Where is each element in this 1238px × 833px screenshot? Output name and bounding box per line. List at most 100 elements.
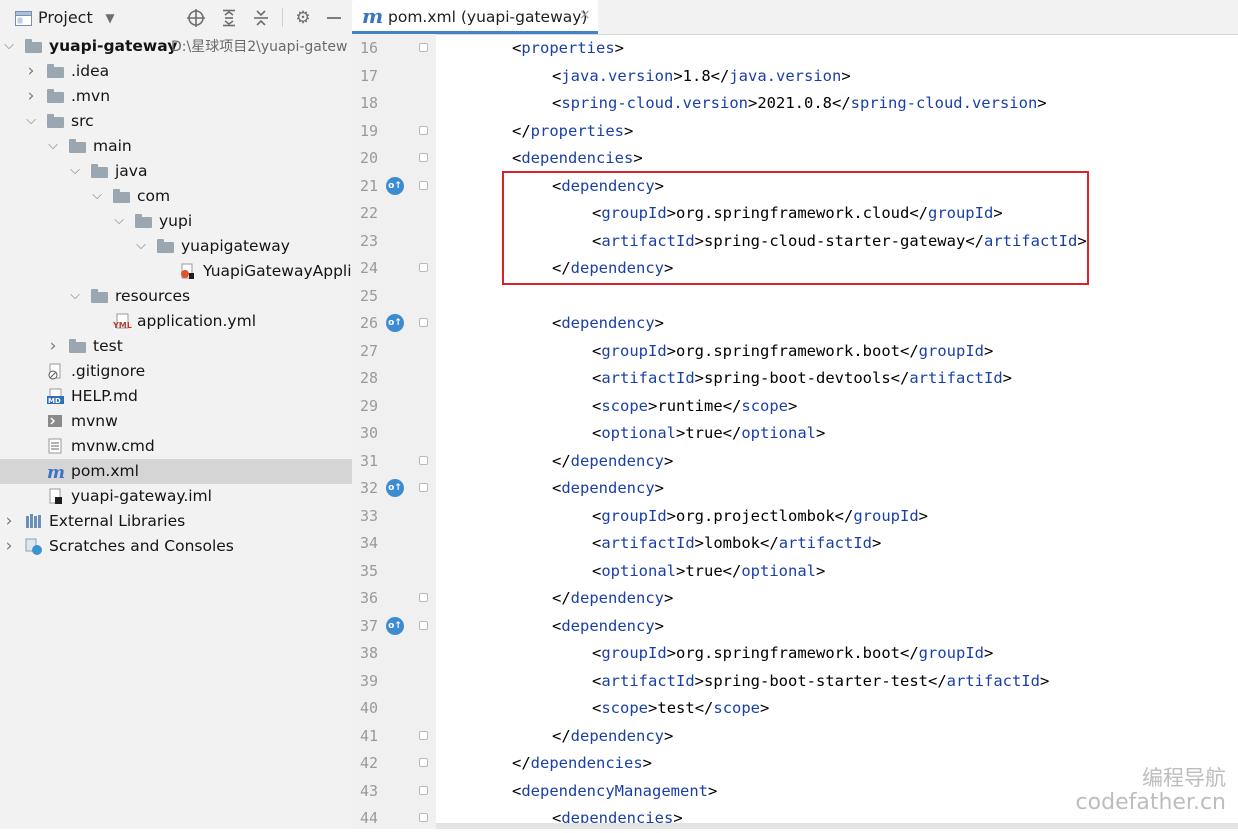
tree-item[interactable]: › .idea: [0, 59, 352, 84]
collapse-all-icon[interactable]: [252, 9, 270, 27]
folder-icon: [47, 113, 64, 129]
tree-item[interactable]: ⌵ yupi: [0, 209, 352, 234]
gear-icon[interactable]: ⚙: [294, 8, 312, 28]
xml-text-value: true: [685, 424, 723, 442]
fold-marker-icon[interactable]: [419, 785, 428, 795]
tree-item[interactable]: .gitignore: [0, 359, 352, 384]
folder-icon: [69, 138, 86, 154]
tree-item[interactable]: ⌵ resources: [0, 284, 352, 309]
dependency-gutter-icon[interactable]: o↑: [386, 314, 404, 332]
xml-tag-name: java.version: [729, 66, 842, 85]
horizontal-scrollbar[interactable]: [436, 823, 1238, 829]
tree-item[interactable]: ⌵ yuapigateway: [0, 234, 352, 259]
line-number: 32: [359, 479, 378, 497]
bracket: >: [983, 644, 994, 662]
fold-marker-icon[interactable]: [419, 318, 428, 327]
fold-marker-icon[interactable]: [419, 153, 428, 162]
xml-tag-name: dependency: [561, 479, 655, 497]
fold-marker-icon[interactable]: [419, 620, 428, 630]
close-icon[interactable]: ×: [579, 7, 591, 23]
bracket: >: [654, 176, 665, 195]
tree-item-label: java: [115, 162, 148, 180]
tree-item[interactable]: YML application.yml: [0, 309, 352, 334]
locate-file-icon[interactable]: [187, 9, 205, 27]
bracket: <: [552, 66, 562, 85]
bracket: >: [666, 341, 677, 360]
tree-item[interactable]: › Scratches and Consoles: [0, 534, 352, 559]
project-view-icon[interactable]: [14, 9, 32, 27]
gutter-line: 27: [352, 338, 436, 366]
chevron-down-icon[interactable]: ⌵: [24, 113, 38, 129]
chevron-down-icon[interactable]: ⌵: [2, 38, 16, 54]
bracket: <: [592, 699, 602, 717]
folder-icon: [47, 63, 64, 79]
fold-marker-icon[interactable]: [419, 180, 428, 190]
code-line: <dependencyManagement>: [512, 778, 717, 806]
dependency-gutter-icon[interactable]: o↑: [386, 616, 404, 635]
xml-text-value: true: [685, 561, 723, 580]
chevron-down-icon[interactable]: ⌵: [68, 288, 82, 304]
dependency-gutter-icon[interactable]: o↑: [386, 479, 404, 497]
xml-tag-name: dependency: [561, 176, 655, 195]
tree-item[interactable]: › test: [0, 334, 352, 359]
tree-item[interactable]: MD HELP.md: [0, 384, 352, 409]
xml-tag-name: groupId: [601, 341, 667, 360]
xml-text-value: lombok: [704, 534, 761, 552]
chevron-right-icon[interactable]: ›: [24, 63, 38, 80]
xml-tag-name: java.version: [561, 66, 674, 85]
tree-item[interactable]: m pom.xml: [0, 459, 352, 484]
chevron-down-icon[interactable]: ⌵: [112, 213, 126, 229]
tree-item[interactable]: ⌵ com: [0, 184, 352, 209]
source-folder-icon: [91, 163, 108, 179]
bracket: </: [552, 259, 571, 277]
tree-item[interactable]: ⌵ java: [0, 159, 352, 184]
chevron-right-icon[interactable]: ›: [46, 338, 60, 355]
tree-item[interactable]: yuapi-gateway.iml: [0, 484, 352, 509]
chevron-down-icon[interactable]: ⌵: [46, 138, 60, 154]
chevron-down-icon[interactable]: ▼: [101, 9, 119, 27]
expand-all-icon[interactable]: [220, 9, 238, 27]
fold-marker-icon[interactable]: [419, 263, 428, 272]
fold-marker-icon[interactable]: [419, 758, 428, 767]
tree-item[interactable]: ⌵ src: [0, 109, 352, 134]
bracket: >: [666, 506, 677, 525]
minimize-icon[interactable]: [325, 9, 343, 27]
tree-item[interactable]: mvnw.cmd: [0, 434, 352, 459]
code-line: </dependency>: [552, 585, 673, 613]
gutter-line: 30: [352, 420, 436, 448]
chevron-down-icon[interactable]: ⌵: [134, 238, 148, 254]
tree-item[interactable]: › External Libraries: [0, 509, 352, 534]
tree-item-path: D:\星球项目2\yuapi-gatew: [171, 39, 348, 55]
chevron-right-icon[interactable]: ›: [2, 538, 16, 555]
tab-pom-xml[interactable]: m pom.xml (yuapi-gateway) ×: [352, 0, 598, 34]
bracket: >: [654, 616, 665, 635]
fold-marker-icon[interactable]: [419, 483, 428, 492]
project-panel-title[interactable]: Project: [38, 8, 93, 27]
code-content[interactable]: <properties> <java.version>1.8</java.vers…: [436, 34, 1238, 829]
bracket: >: [624, 121, 634, 140]
gutter-line: 43: [352, 778, 436, 806]
tree-item[interactable]: YuapiGatewayApplic: [0, 259, 352, 284]
chevron-right-icon[interactable]: ›: [24, 88, 38, 105]
fold-marker-icon[interactable]: [419, 43, 428, 52]
gutter-line: 32 o↑: [352, 475, 436, 503]
fold-marker-icon[interactable]: [419, 125, 428, 135]
chevron-down-icon[interactable]: ⌵: [90, 188, 104, 204]
fold-marker-icon[interactable]: [419, 730, 428, 740]
bracket: <: [552, 616, 562, 635]
tree-item[interactable]: ⌵ yuapi-gateway D:\星球项目2\yuapi-gatew: [0, 34, 352, 59]
tree-item[interactable]: mvnw: [0, 409, 352, 434]
fold-marker-icon[interactable]: [419, 455, 428, 465]
package-icon: [135, 213, 152, 229]
tree-item[interactable]: › .mvn: [0, 84, 352, 109]
tree-item[interactable]: ⌵ main: [0, 134, 352, 159]
dependency-gutter-icon[interactable]: o↑: [386, 176, 404, 195]
xml-text-value: test: [657, 699, 695, 717]
code-line: <dependency>: [552, 310, 664, 338]
fold-marker-icon[interactable]: [419, 813, 428, 822]
chevron-right-icon[interactable]: ›: [2, 513, 16, 530]
chevron-down-icon[interactable]: ⌵: [68, 163, 82, 179]
gutter-line: 22: [352, 200, 436, 228]
bracket: >: [747, 94, 758, 112]
fold-marker-icon[interactable]: [419, 593, 428, 602]
